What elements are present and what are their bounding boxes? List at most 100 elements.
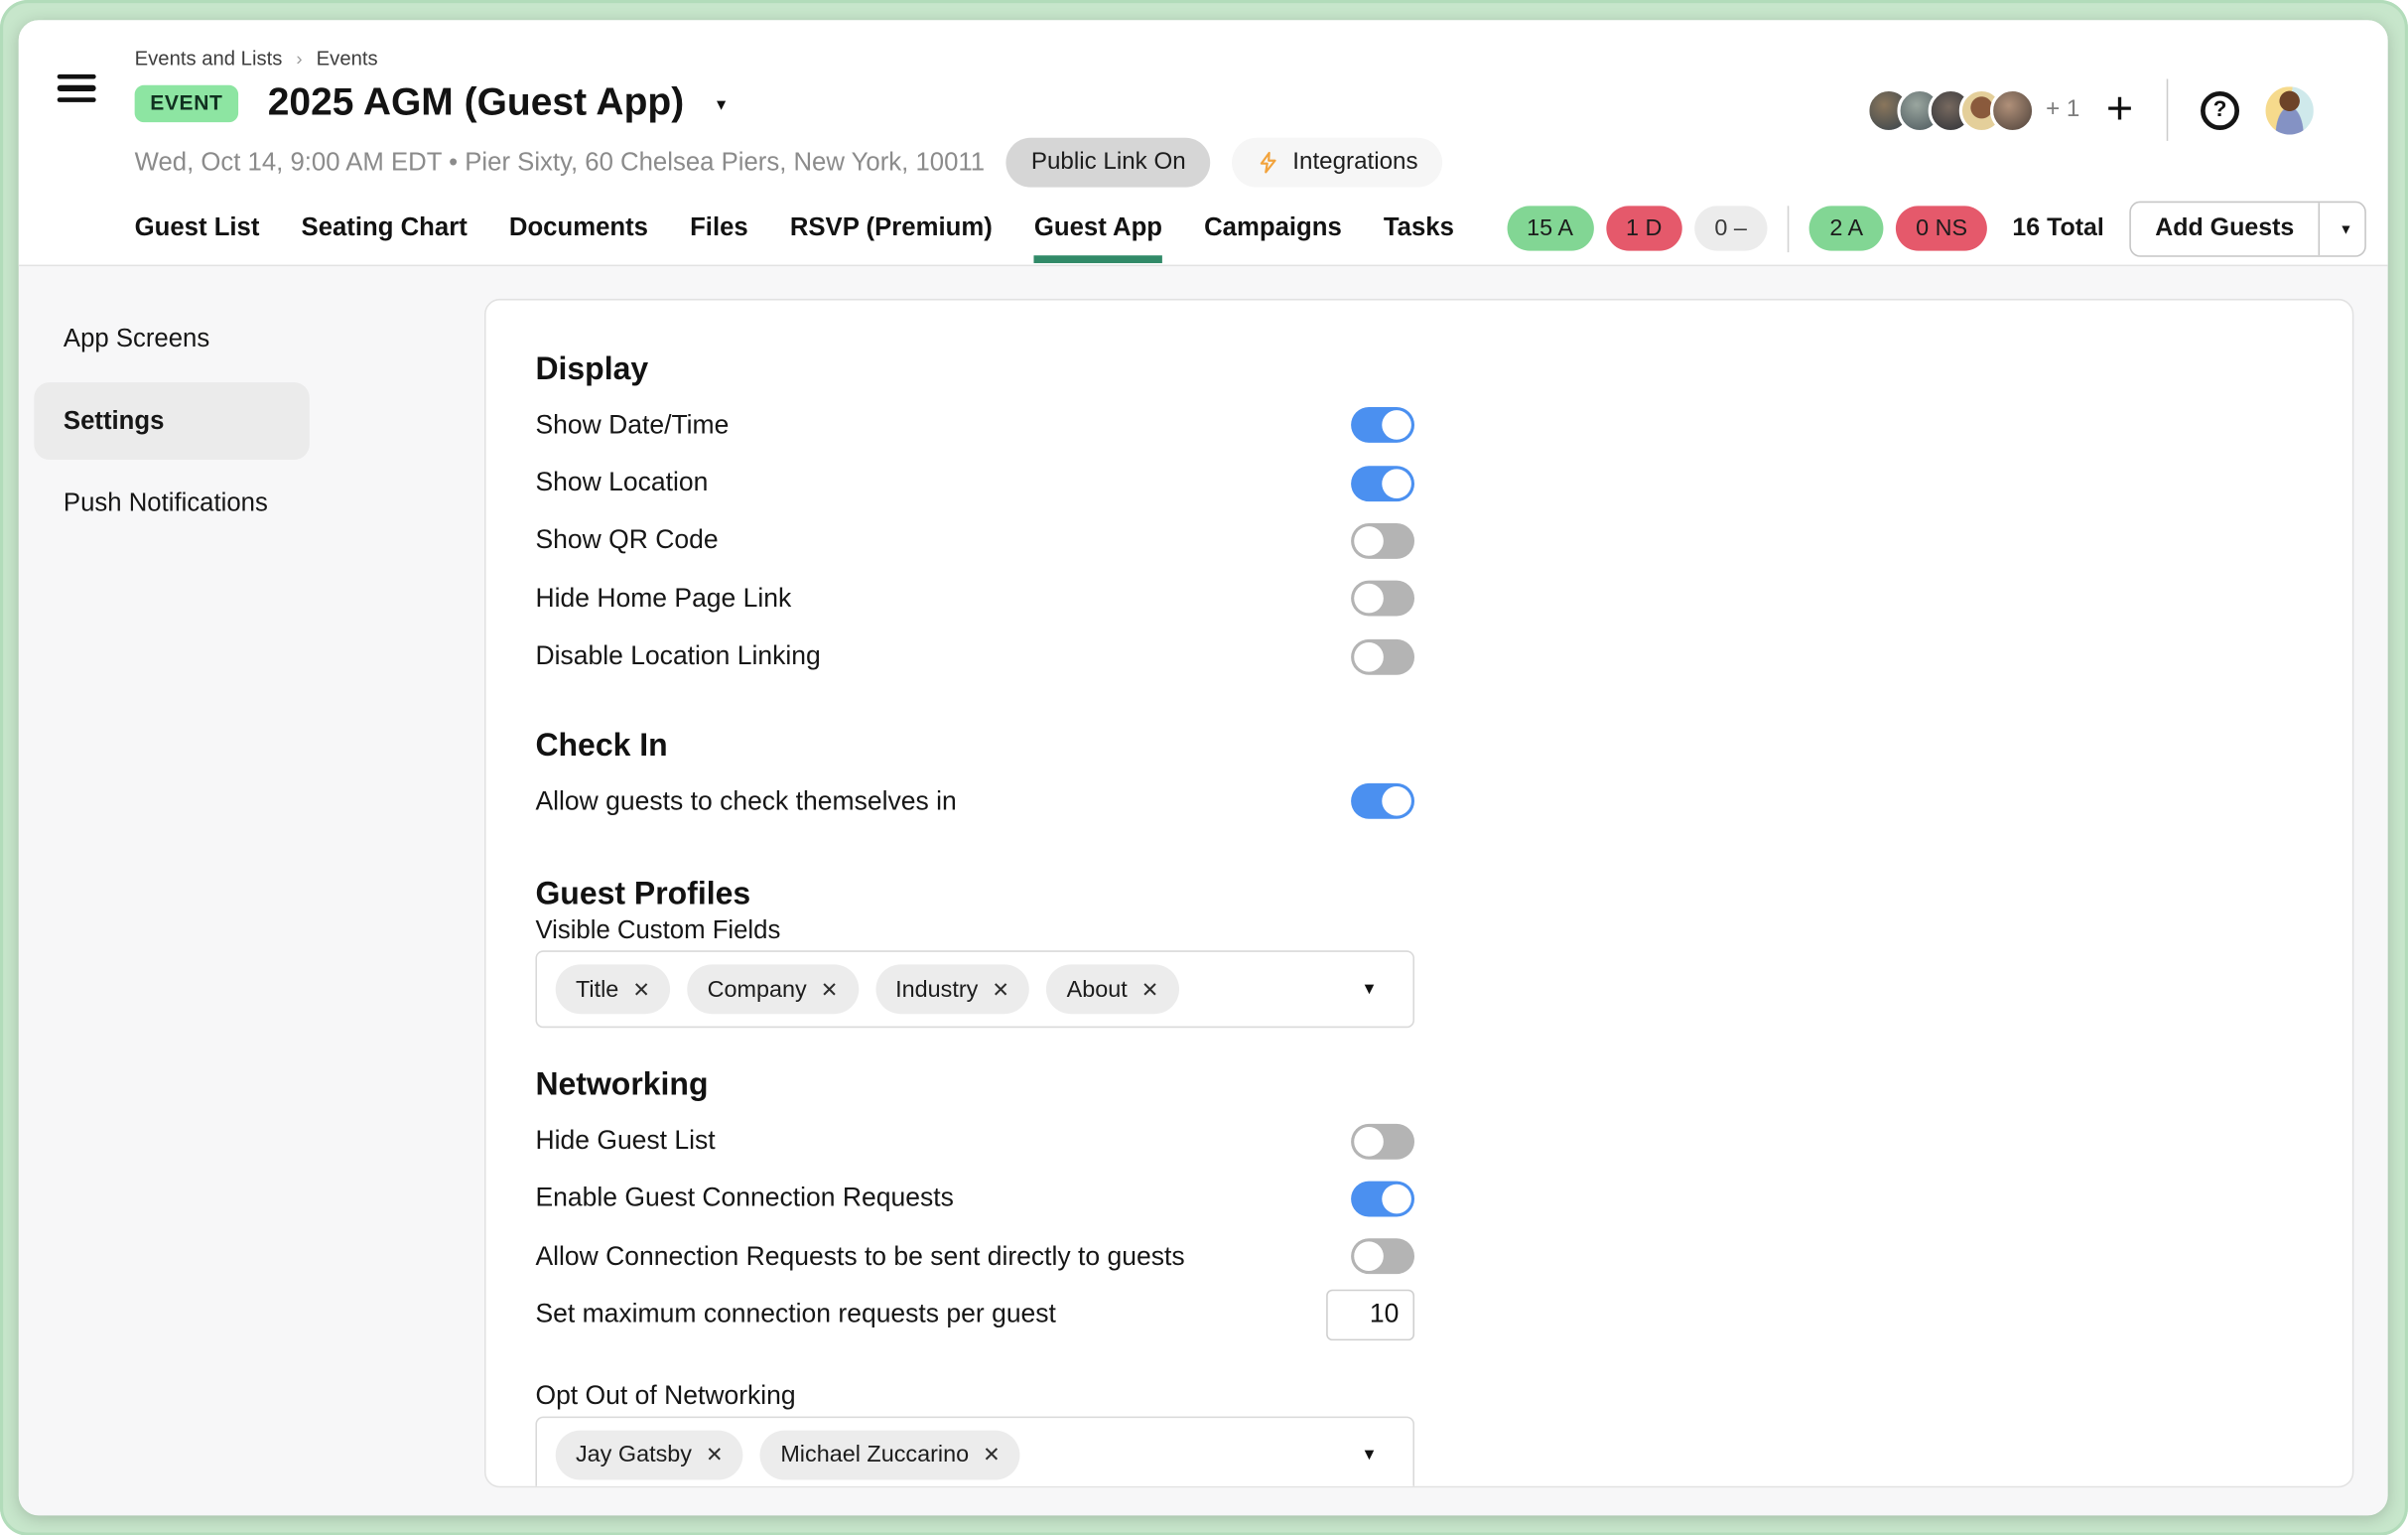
tab-seating-chart[interactable]: Seating Chart xyxy=(302,192,468,264)
breadcrumb-separator: › xyxy=(296,48,302,70)
section-heading-guest-profiles: Guest Profiles xyxy=(535,877,1414,913)
visible-custom-fields-select[interactable]: Title ✕ Company ✕ Industry ✕ About ✕ xyxy=(535,951,1414,1029)
chip-label: Michael Zuccarino xyxy=(780,1442,969,1468)
remove-icon[interactable]: ✕ xyxy=(1141,979,1159,1000)
toggle-hide-guest-list[interactable] xyxy=(1351,1123,1414,1159)
badge-no-response[interactable]: 0 – xyxy=(1694,206,1767,250)
chip-michael-zuccarino: Michael Zuccarino ✕ xyxy=(760,1430,1020,1479)
add-guests-button: Add Guests ▼ xyxy=(2129,201,2366,256)
event-type-badge: EVENT xyxy=(135,84,238,121)
setting-row: Disable Location Linking xyxy=(535,628,1414,685)
setting-row: Show QR Code xyxy=(535,512,1414,570)
opt-out-networking-select[interactable]: Jay Gatsby ✕ Michael Zuccarino ✕ ▼ xyxy=(535,1416,1414,1487)
collaborator-avatars xyxy=(1866,87,2035,132)
sidebar-item-settings[interactable]: Settings xyxy=(34,382,310,460)
chevron-down-icon[interactable]: ▼ xyxy=(1361,980,1377,999)
setting-label: Hide Home Page Link xyxy=(535,584,791,615)
setting-row: Enable Guest Connection Requests xyxy=(535,1170,1414,1227)
sidebar: App Screens Settings Push Notifications xyxy=(34,300,310,546)
toggle-show-date-time[interactable] xyxy=(1351,407,1414,443)
section-heading-display: Display xyxy=(535,351,1414,388)
integrations-button[interactable]: Integrations xyxy=(1232,138,1442,188)
setting-label: Set maximum connection requests per gues… xyxy=(535,1299,1055,1329)
setting-row: Set maximum connection requests per gues… xyxy=(535,1286,1414,1343)
setting-row: Hide Guest List xyxy=(535,1112,1414,1170)
chevron-down-icon[interactable]: ▼ xyxy=(714,92,729,114)
add-guests-label[interactable]: Add Guests xyxy=(2130,202,2319,254)
chip-industry: Industry ✕ xyxy=(875,965,1029,1015)
chip-label: Company xyxy=(708,977,807,1004)
header-main: Events and Lists › Events EVENT 2025 AGM… xyxy=(135,20,1443,187)
toggle-self-check-in[interactable] xyxy=(1351,783,1414,819)
header-divider xyxy=(2166,79,2168,141)
tab-guest-list[interactable]: Guest List xyxy=(135,192,260,264)
add-guests-dropdown[interactable]: ▼ xyxy=(2319,202,2366,254)
menu-icon[interactable] xyxy=(58,74,96,102)
chip-about: About ✕ xyxy=(1046,965,1178,1015)
section-heading-networking: Networking xyxy=(535,1067,1414,1104)
tab-bar: Guest List Seating Chart Documents Files… xyxy=(135,192,2366,264)
remove-icon[interactable]: ✕ xyxy=(632,979,650,1000)
setting-label: Allow Connection Requests to be sent dir… xyxy=(535,1241,1184,1272)
event-meta-row: Wed, Oct 14, 9:00 AM EDT • Pier Sixty, 6… xyxy=(135,138,1443,188)
setting-label: Show QR Code xyxy=(535,525,718,556)
total-guest-count: 16 Total xyxy=(2012,214,2103,242)
remove-icon[interactable]: ✕ xyxy=(992,979,1009,1000)
toggle-enable-connection-requests[interactable] xyxy=(1351,1181,1414,1216)
remove-icon[interactable]: ✕ xyxy=(983,1445,1001,1465)
header: Events and Lists › Events EVENT 2025 AGM… xyxy=(19,20,2388,266)
tab-campaigns[interactable]: Campaigns xyxy=(1204,192,1342,264)
setting-label: Show Location xyxy=(535,468,708,498)
toggle-disable-location-linking[interactable] xyxy=(1351,639,1414,675)
chevron-down-icon[interactable]: ▼ xyxy=(1361,1446,1377,1465)
setting-row: Show Location xyxy=(535,454,1414,511)
toggle-direct-connection-requests[interactable] xyxy=(1351,1239,1414,1275)
public-link-status-pill[interactable]: Public Link On xyxy=(1006,138,1211,188)
tab-rsvp[interactable]: RSVP (Premium) xyxy=(790,192,993,264)
remove-icon[interactable]: ✕ xyxy=(821,979,839,1000)
breadcrumb-events-and-lists[interactable]: Events and Lists xyxy=(135,47,283,70)
sidebar-item-push-notifications[interactable]: Push Notifications xyxy=(34,465,310,542)
profile-avatar[interactable] xyxy=(2266,86,2314,134)
badge-attending[interactable]: 15 A xyxy=(1507,206,1593,250)
toggle-hide-home-page-link[interactable] xyxy=(1351,581,1414,617)
opt-out-networking-label: Opt Out of Networking xyxy=(535,1381,1414,1412)
remove-icon[interactable]: ✕ xyxy=(706,1445,724,1465)
badge-divider xyxy=(1787,206,1789,252)
badge-no-show[interactable]: 0 NS xyxy=(1896,206,1988,250)
section-heading-check-in: Check In xyxy=(535,728,1414,765)
guest-count-badges: 15 A 1 D 0 – 2 A 0 NS xyxy=(1507,206,1988,252)
check-in-rows: Allow guests to check themselves in xyxy=(535,772,1414,830)
setting-row: Hide Home Page Link xyxy=(535,570,1414,628)
add-collaborator-button[interactable]: + xyxy=(2106,91,2133,128)
max-connection-requests-input[interactable] xyxy=(1326,1289,1414,1339)
integrations-label: Integrations xyxy=(1292,149,1417,177)
badge-declined[interactable]: 1 D xyxy=(1606,206,1682,250)
tab-documents[interactable]: Documents xyxy=(509,192,648,264)
badge-checked-in[interactable]: 2 A xyxy=(1809,206,1883,250)
avatar-overflow-count[interactable]: + 1 xyxy=(2046,96,2079,124)
setting-label: Enable Guest Connection Requests xyxy=(535,1184,953,1214)
tab-tasks[interactable]: Tasks xyxy=(1384,192,1454,264)
app-card: Events and Lists › Events EVENT 2025 AGM… xyxy=(19,20,2388,1515)
toggle-show-qr-code[interactable] xyxy=(1351,523,1414,559)
chip-label: Jay Gatsby xyxy=(576,1442,692,1468)
toggle-show-location[interactable] xyxy=(1351,466,1414,501)
sidebar-item-app-screens[interactable]: App Screens xyxy=(34,300,310,377)
avatar[interactable] xyxy=(1990,87,2035,132)
chip-jay-gatsby: Jay Gatsby ✕ xyxy=(556,1430,743,1479)
lightning-icon xyxy=(1257,150,1279,175)
chip-company: Company ✕ xyxy=(687,965,858,1015)
visible-custom-fields-label: Visible Custom Fields xyxy=(535,917,1414,947)
tab-guest-app[interactable]: Guest App xyxy=(1034,192,1162,264)
tab-files[interactable]: Files xyxy=(690,192,748,264)
event-datetime-location: Wed, Oct 14, 9:00 AM EDT • Pier Sixty, 6… xyxy=(135,148,985,178)
networking-rows: Hide Guest List Enable Guest Connection … xyxy=(535,1112,1414,1343)
chip-label: Title xyxy=(576,977,618,1004)
help-icon[interactable]: ? xyxy=(2201,90,2239,129)
display-rows: Show Date/Time Show Location Show QR Cod… xyxy=(535,396,1414,685)
app-window: Events and Lists › Events EVENT 2025 AGM… xyxy=(0,0,2408,1535)
setting-row: Allow Connection Requests to be sent dir… xyxy=(535,1228,1414,1286)
breadcrumb-events[interactable]: Events xyxy=(317,47,378,70)
setting-row: Show Date/Time xyxy=(535,396,1414,454)
